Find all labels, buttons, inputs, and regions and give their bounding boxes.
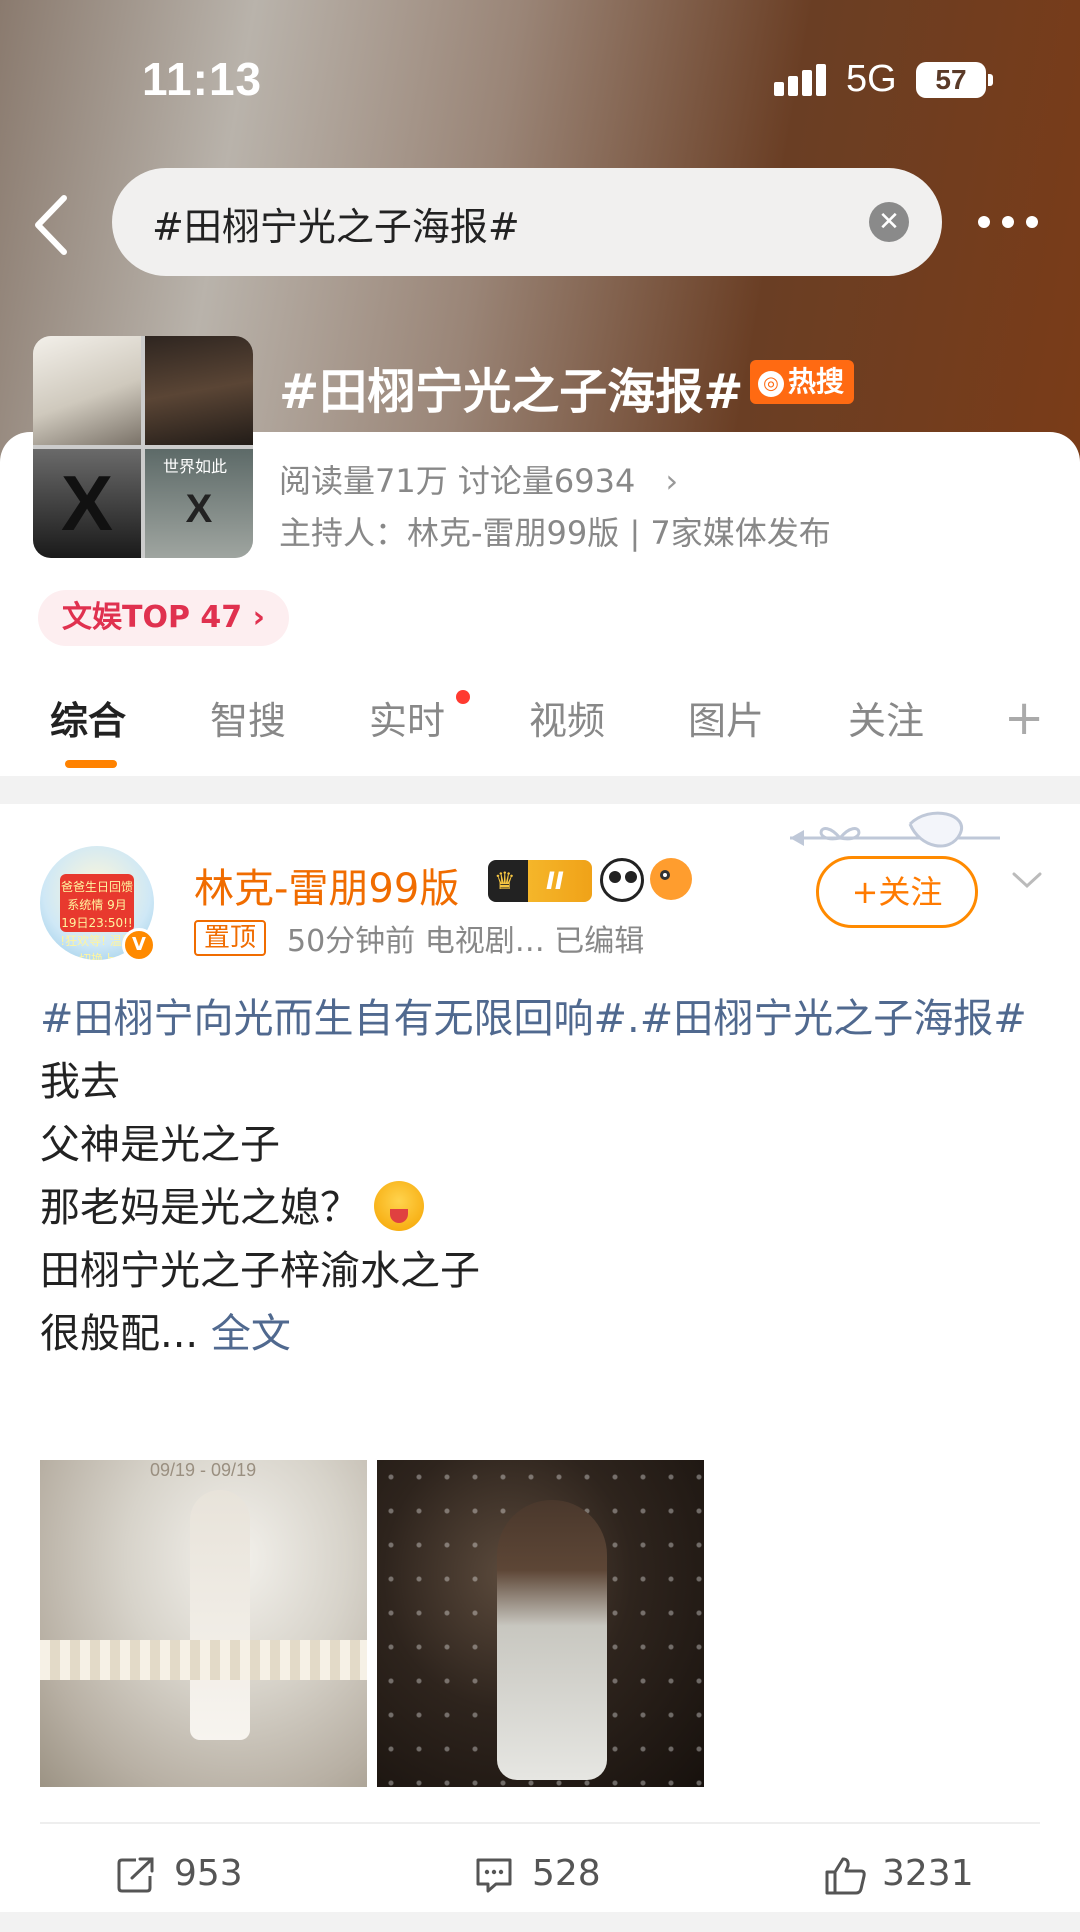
- hot-search-icon: ◎: [758, 371, 784, 397]
- section-divider: [0, 776, 1080, 804]
- post-line: 很般配... 全文: [40, 1303, 1040, 1366]
- signal-icon: [774, 64, 830, 96]
- like-count: 3231: [882, 1853, 974, 1894]
- rank-badge[interactable]: 文娱TOP 47 ›: [38, 590, 289, 646]
- post-line: 我去: [40, 1059, 120, 1105]
- add-tab-icon[interactable]: +: [1004, 690, 1044, 746]
- topic-cover-image[interactable]: X 世界如此 X: [33, 336, 253, 558]
- more-options-button[interactable]: [978, 210, 1042, 234]
- search-box[interactable]: #田栩宁光之子海报# ✕: [112, 168, 942, 276]
- thumbs-up-icon: [825, 1857, 866, 1895]
- footer-divider: [40, 1822, 1040, 1824]
- new-content-dot: [456, 690, 470, 704]
- topic-stats[interactable]: 阅读量71万 讨论量6934 ›: [279, 456, 678, 502]
- follow-button[interactable]: +关注: [816, 856, 978, 928]
- comment-icon: [476, 1858, 512, 1893]
- status-bar: 11:13 5G 57: [0, 0, 1080, 160]
- tab-realtime[interactable]: 实时: [369, 690, 445, 745]
- active-tab-indicator: [65, 760, 117, 768]
- battery-icon: 57: [916, 62, 986, 98]
- post-line-text: 那老妈是光之媳？: [40, 1185, 360, 1231]
- back-arrow-icon: [35, 195, 67, 255]
- search-input[interactable]: #田栩宁光之子海报#: [152, 196, 520, 251]
- cover-tile-3: X: [33, 449, 141, 558]
- tab-smart-search[interactable]: 智搜: [210, 690, 286, 745]
- vip-badge[interactable]: ♛ II: [488, 860, 592, 902]
- post-line: 田栩宁光之子梓渝水之子: [40, 1248, 480, 1294]
- share-icon: [117, 1857, 154, 1893]
- fish-icon: [650, 858, 692, 900]
- topic-title: #田栩宁光之子海报#: [279, 364, 744, 420]
- network-type: 5G: [846, 58, 897, 100]
- comment-count: 528: [532, 1853, 601, 1894]
- back-button[interactable]: [28, 190, 78, 260]
- post-image-2[interactable]: [377, 1460, 704, 1787]
- battery-tip: [988, 74, 993, 86]
- photo-caption: 09/19 - 09/19: [150, 1460, 257, 1480]
- photo-figure: [190, 1490, 250, 1740]
- post-meta: 50分钟前 电视剧… 已编辑: [287, 924, 645, 959]
- chevron-down-icon[interactable]: [1010, 862, 1044, 896]
- comment-button[interactable]: 528: [474, 1844, 624, 1904]
- repost-count: 953: [174, 1853, 243, 1894]
- avatar-sign: 爸爸生日回馈 系统情 9月19日23:50!! !狂欢等! 温馨切换上: [60, 874, 134, 960]
- repost-button[interactable]: 953: [116, 1844, 266, 1904]
- hot-search-label: 热搜: [788, 365, 845, 398]
- crown-icon: ♛: [494, 867, 516, 895]
- post-line: 父神是光之子: [40, 1122, 280, 1168]
- bottom-divider: [0, 1912, 1080, 1932]
- pinned-tag: 置顶: [194, 920, 267, 956]
- panda-icon: [600, 858, 644, 902]
- clear-search-icon[interactable]: ✕: [869, 202, 909, 242]
- like-button[interactable]: 3231: [824, 1844, 1004, 1904]
- username[interactable]: 林克-雷朋99版: [194, 856, 459, 914]
- cover-tile-letter: X: [60, 459, 114, 547]
- post-line: 那老妈是光之媳？: [40, 1177, 1040, 1240]
- cover-tile-1: [33, 336, 141, 445]
- post-card: 爸爸生日回馈 系统情 9月19日23:50!! !狂欢等! 温馨切换上 V 林克…: [0, 804, 1080, 1932]
- cover-tile-letter-small: X: [185, 487, 213, 531]
- tab-comprehensive[interactable]: 综合: [50, 690, 126, 745]
- status-time: 11:13: [142, 53, 263, 105]
- chevron-right-icon: ›: [242, 600, 265, 635]
- tab-video[interactable]: 视频: [529, 690, 605, 745]
- tab-following[interactable]: 关注: [848, 690, 924, 745]
- cover-tile-2: [145, 336, 253, 445]
- rank-label: 文娱TOP 47: [62, 600, 243, 635]
- post-text: #田栩宁向光而生自有无限回响#.#田栩宁光之子海报# 我去 父神是光之子 那老妈…: [40, 988, 1040, 1366]
- hot-search-badge[interactable]: ◎ 热搜: [750, 360, 855, 404]
- topic-host[interactable]: 主持人：林克-雷朋99版 | 7家媒体发布: [279, 508, 831, 554]
- photo-figure: [497, 1500, 607, 1780]
- photo-wax: [40, 1640, 367, 1680]
- full-text-link[interactable]: 全文: [211, 1311, 291, 1357]
- topic-stats-text: 阅读量71万 讨论量6934: [279, 462, 636, 500]
- post-line-text: 很般配...: [40, 1311, 199, 1357]
- post-hashtags[interactable]: #田栩宁向光而生自有无限回响#.#田栩宁光之子海报#: [40, 988, 1040, 1051]
- cover-tile-4: 世界如此 X: [145, 449, 253, 558]
- tab-pictures[interactable]: 图片: [688, 690, 764, 745]
- verified-badge-icon: V: [122, 928, 156, 962]
- post-image-1[interactable]: 09/19 - 09/19: [40, 1460, 367, 1787]
- chevron-right-icon: ›: [665, 462, 679, 500]
- vip-level: II: [546, 867, 564, 895]
- tab-bar: 综合 智搜 实时 视频 图片 关注: [0, 690, 1080, 770]
- drooling-emoji-icon: [374, 1181, 424, 1231]
